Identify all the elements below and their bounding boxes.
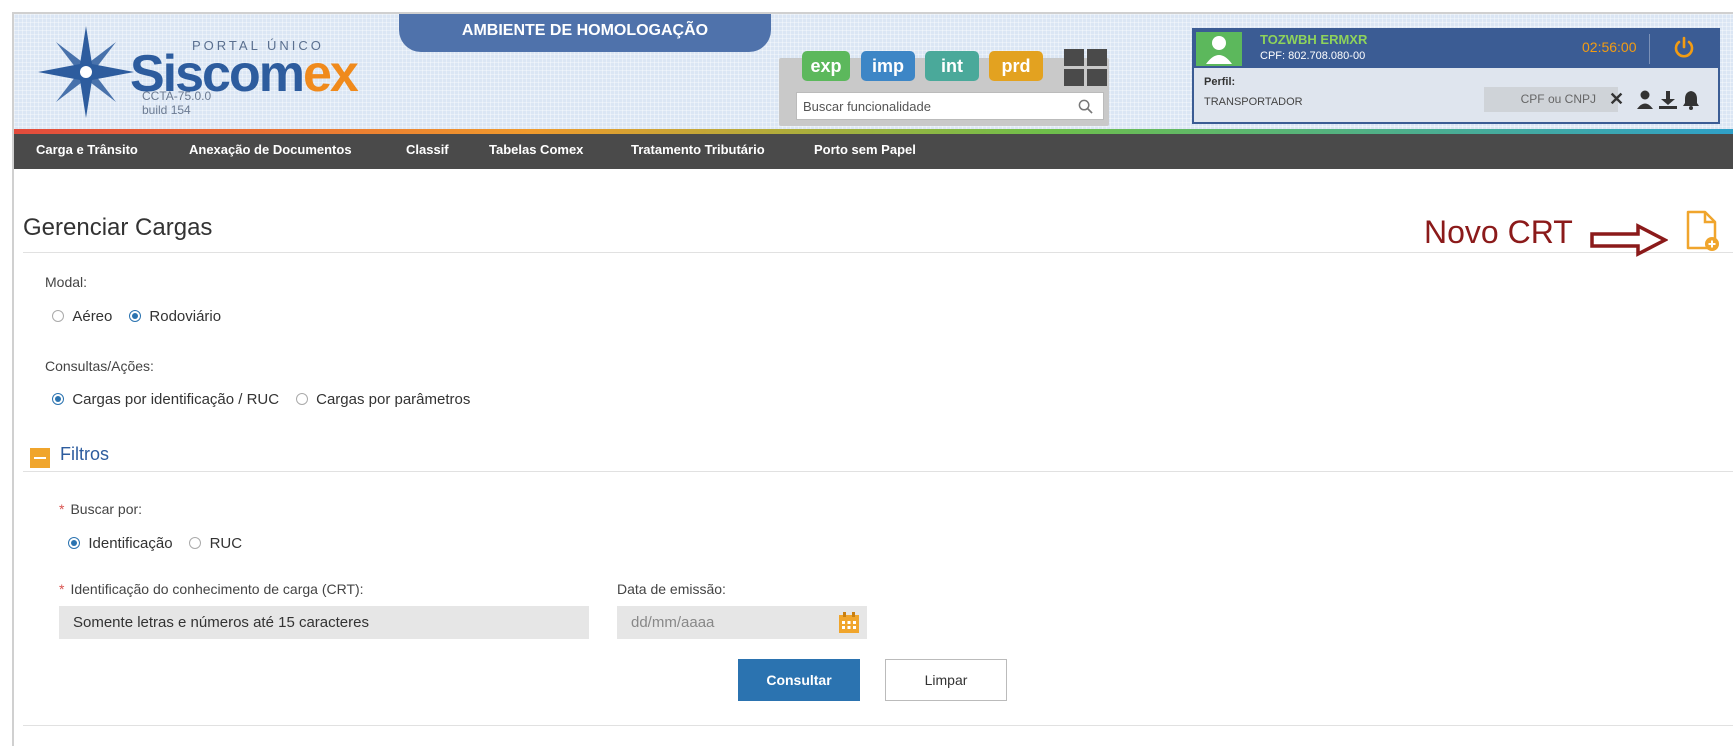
nav-item-classif[interactable]: Classif (406, 134, 449, 169)
nav-item-tabelas-comex[interactable]: Tabelas Comex (489, 134, 583, 169)
buscar-options: Identificação RUC (68, 535, 242, 552)
cpf-cnpj-input[interactable]: CPF ou CNPJ (1484, 87, 1618, 112)
env-button-int[interactable]: int (925, 51, 979, 81)
env-button-exp[interactable]: exp (802, 51, 850, 81)
perfil-label: Perfil: (1204, 76, 1236, 88)
grid-icon[interactable] (1064, 49, 1108, 86)
nav-item-carga-transito[interactable]: Carga e Trânsito (36, 134, 138, 169)
radio-cargas-parametros[interactable]: Cargas por parâmetros (295, 391, 471, 408)
perfil-value: TRANSPORTADOR (1204, 96, 1303, 108)
data-emissao-input[interactable]: dd/mm/aaaa (617, 606, 867, 639)
version-info: CCTA-75.0.0 build 154 (142, 89, 211, 117)
radio-cargas-identificacao[interactable]: Cargas por identificação / RUC (52, 391, 279, 408)
user-panel: TOZWBH ERMXR CPF: 802.708.080-00 02:56:0… (1192, 28, 1720, 124)
consultar-button[interactable]: Consultar (738, 659, 860, 701)
radio-cargas-identificacao-input[interactable] (52, 393, 64, 405)
buscar-label-text: Buscar por: (70, 501, 143, 517)
user-name: TOZWBH ERMXR (1260, 32, 1368, 47)
filtros-title[interactable]: Filtros (60, 444, 109, 465)
modal-options: Aéreo Rodoviário (52, 308, 221, 325)
app-window: PORTAL ÚNICO Siscomex CCTA-75.0.0 build … (12, 12, 1733, 746)
new-document-icon[interactable] (1685, 210, 1721, 252)
buscar-label: * Buscar por: (59, 501, 143, 517)
radio-ruc-label: RUC (209, 535, 243, 552)
divider (23, 471, 1733, 472)
divider (1649, 34, 1650, 64)
radio-identificacao-input[interactable] (68, 537, 80, 549)
session-timer: 02:56:00 (1582, 39, 1637, 55)
ident-label: * Identificação do conhecimento de carga … (59, 581, 364, 597)
main-nav: Carga e Trânsito Anexação de Documentos … (14, 134, 1733, 169)
nav-item-anexacao[interactable]: Anexação de Documentos (189, 134, 352, 169)
radio-rodoviario[interactable]: Rodoviário (129, 308, 221, 325)
bell-icon[interactable] (1682, 90, 1700, 110)
novo-crt-annotation: Novo CRT (1424, 214, 1573, 250)
search-placeholder: Buscar funcionalidade (803, 99, 931, 114)
radio-identificacao[interactable]: Identificação (68, 535, 173, 552)
env-button-imp[interactable]: imp (861, 51, 915, 81)
star-logo-icon (38, 26, 134, 118)
search-input[interactable]: Buscar funcionalidade (796, 92, 1104, 120)
radio-cargas-parametros-label: Cargas por parâmetros (316, 391, 471, 408)
radio-cargas-identificacao-label: Cargas por identificação / RUC (72, 391, 280, 408)
divider (23, 725, 1733, 726)
person-icon[interactable] (1636, 90, 1654, 110)
radio-identificacao-label: Identificação (88, 535, 173, 552)
radio-aereo-label: Aéreo (72, 308, 113, 325)
user-avatar-icon (1196, 32, 1242, 66)
radio-cargas-parametros-input[interactable] (295, 393, 308, 405)
limpar-button[interactable]: Limpar (885, 659, 1007, 701)
header: PORTAL ÚNICO Siscomex CCTA-75.0.0 build … (14, 14, 1733, 134)
page-title: Gerenciar Cargas (23, 214, 213, 241)
modal-label: Modal: (45, 274, 88, 290)
radio-rodoviario-input[interactable] (129, 310, 142, 322)
environment-banner: AMBIENTE DE HOMOLOGAÇÃO (399, 14, 771, 52)
radio-ruc-input[interactable] (189, 537, 202, 549)
consultas-options: Cargas por identificação / RUC Cargas po… (52, 391, 470, 408)
env-button-prd[interactable]: prd (989, 51, 1043, 81)
user-panel-top: TOZWBH ERMXR CPF: 802.708.080-00 02:56:0… (1194, 30, 1718, 68)
power-icon[interactable] (1672, 36, 1696, 60)
brand-accent: ex (302, 45, 359, 103)
radio-ruc[interactable]: RUC (189, 535, 242, 552)
divider (23, 252, 1733, 253)
collapse-filtros-icon[interactable] (30, 448, 50, 468)
crt-identification-input[interactable]: Somente letras e números até 15 caracter… (59, 606, 589, 639)
radio-rodoviario-label: Rodoviário (149, 308, 222, 325)
nav-item-porto-sem-papel[interactable]: Porto sem Papel (814, 134, 916, 169)
consultas-label: Consultas/Ações: (45, 358, 154, 374)
search-icon[interactable] (1078, 99, 1093, 114)
data-emissao-placeholder: dd/mm/aaaa (631, 614, 715, 631)
download-icon[interactable] (1658, 90, 1678, 110)
calendar-icon[interactable] (837, 611, 861, 635)
radio-aereo[interactable]: Aéreo (52, 308, 112, 325)
build-text: build 154 (142, 103, 191, 117)
data-emissao-label: Data de emissão: (617, 581, 726, 597)
arrow-right-icon (1590, 223, 1668, 257)
version-text: CCTA-75.0.0 (142, 89, 212, 103)
nav-item-tratamento-tributario[interactable]: Tratamento Tributário (631, 134, 765, 169)
ident-label-text: Identificação do conhecimento de carga (… (70, 581, 364, 597)
radio-aereo-input[interactable] (52, 310, 64, 322)
close-icon[interactable]: ✕ (1609, 89, 1624, 110)
user-cpf: CPF: 802.708.080-00 (1260, 50, 1366, 62)
